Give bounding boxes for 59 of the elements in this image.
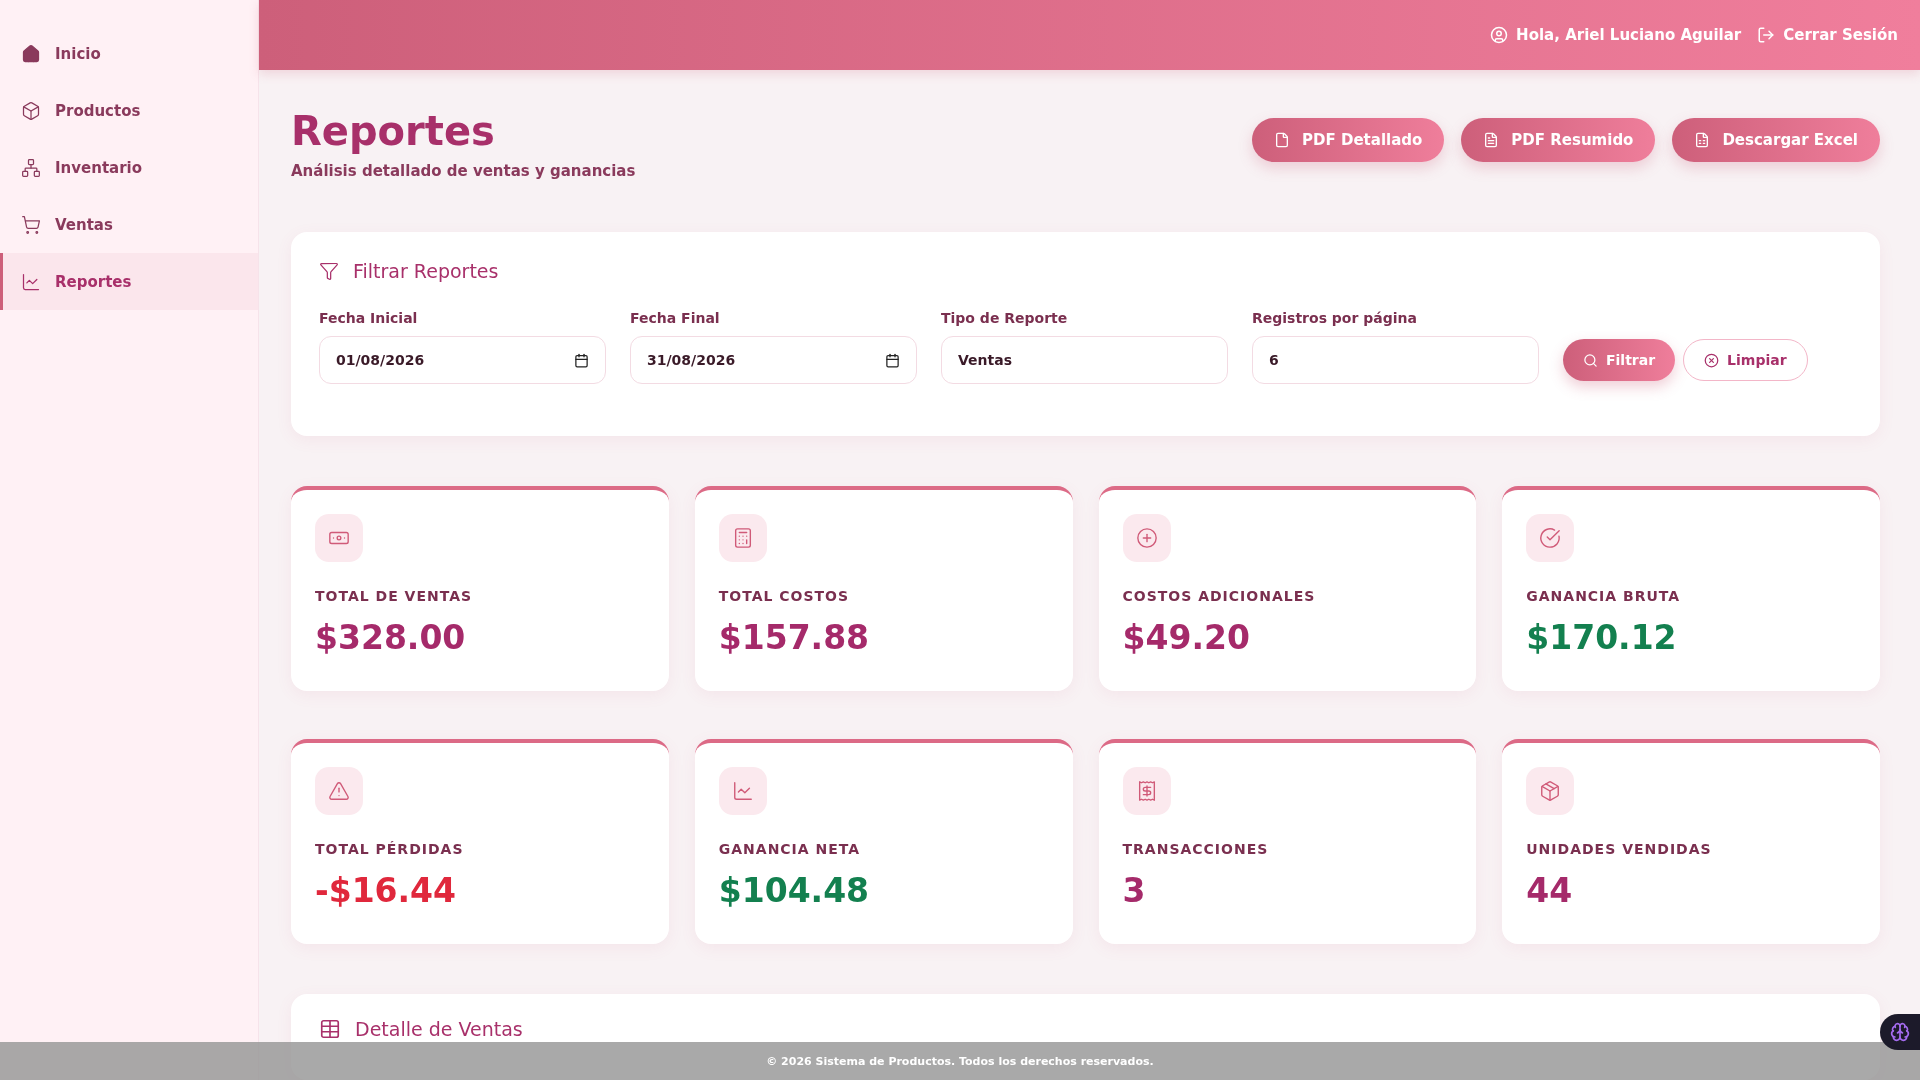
stat-label: TOTAL PÉRDIDAS <box>315 841 465 857</box>
greeting: Hola, Ariel Luciano Aguilar <box>1490 26 1742 44</box>
calendar-icon <box>885 352 900 368</box>
stat-label: COSTOS ADICIONALES <box>1122 588 1317 604</box>
cart-icon <box>21 214 41 235</box>
stat-label: UNIDADES VENDIDAS <box>1526 841 1713 857</box>
stat-label: TOTAL COSTOS <box>718 588 851 604</box>
field-label: Tipo de Reporte <box>941 310 1069 326</box>
sidebar-item[interactable]: Inicio <box>0 25 258 82</box>
document-icon <box>1483 132 1500 148</box>
warning-icon <box>328 780 350 802</box>
box-icon <box>1539 780 1562 802</box>
date-field[interactable]: 31/08/2026 <box>630 336 917 384</box>
line-chart-icon <box>731 780 754 802</box>
plus-circle-icon <box>1135 527 1158 549</box>
home-icon <box>21 43 41 64</box>
line-chart-icon <box>21 271 41 292</box>
sidebar-item[interactable]: Ventas <box>0 196 258 253</box>
spreadsheet-icon <box>1694 132 1711 148</box>
clear-button[interactable]: Limpiar <box>1683 339 1808 381</box>
box-icon <box>21 100 41 121</box>
stat-label: GANANCIA BRUTA <box>1526 588 1682 604</box>
clear-icon <box>1704 352 1720 368</box>
page-title: Reportes <box>291 108 496 154</box>
stat-label: TRANSACCIONES <box>1122 841 1270 857</box>
field-label: Fecha Final <box>630 310 721 326</box>
stat-value: $157.88 <box>718 618 871 657</box>
field-label: Fecha Inicial <box>319 310 419 326</box>
stat-label: TOTAL DE VENTAS <box>315 588 474 604</box>
sidebar-item[interactable]: Inventario <box>0 139 258 196</box>
assistant-button[interactable] <box>1880 1014 1920 1050</box>
field-label: Registros por página <box>1252 310 1418 326</box>
stat-value: $170.12 <box>1526 618 1678 657</box>
hierarchy-icon <box>21 157 41 178</box>
stat-value: 44 <box>1526 871 1574 910</box>
calendar-icon <box>574 352 589 368</box>
user-icon <box>1490 26 1509 44</box>
stat-value: 3 <box>1122 871 1147 910</box>
date-field[interactable]: 01/08/2026 <box>319 336 606 384</box>
sidebar-item[interactable]: Reportes <box>0 253 258 310</box>
table-icon <box>319 1018 341 1040</box>
filter-icon <box>319 261 339 281</box>
select-field[interactable]: Ventas <box>941 336 1228 384</box>
logout-icon <box>1757 26 1776 44</box>
search-icon <box>1583 352 1598 368</box>
input-field[interactable]: 6 <box>1252 336 1539 384</box>
pdf-file-icon <box>1274 132 1291 148</box>
check-circle-icon <box>1539 527 1562 549</box>
stat-value: -$16.44 <box>315 871 458 910</box>
footer: © 2026 Sistema de Productos. Todos los derechos reservados. <box>0 1042 1920 1080</box>
stat-value: $104.48 <box>718 871 871 910</box>
stat-label: GANANCIA NETA <box>718 841 862 857</box>
page-subtitle: Análisis detallado de ventas y ganancias <box>291 162 636 180</box>
stat-value: $328.00 <box>315 618 467 657</box>
card-title: Filtrar Reportes <box>319 260 1852 282</box>
stat-value: $49.20 <box>1122 618 1251 657</box>
sidebar-item[interactable]: Productos <box>0 82 258 139</box>
card-title: Detalle de Ventas <box>319 1018 1852 1040</box>
brain-icon <box>1890 1022 1910 1042</box>
